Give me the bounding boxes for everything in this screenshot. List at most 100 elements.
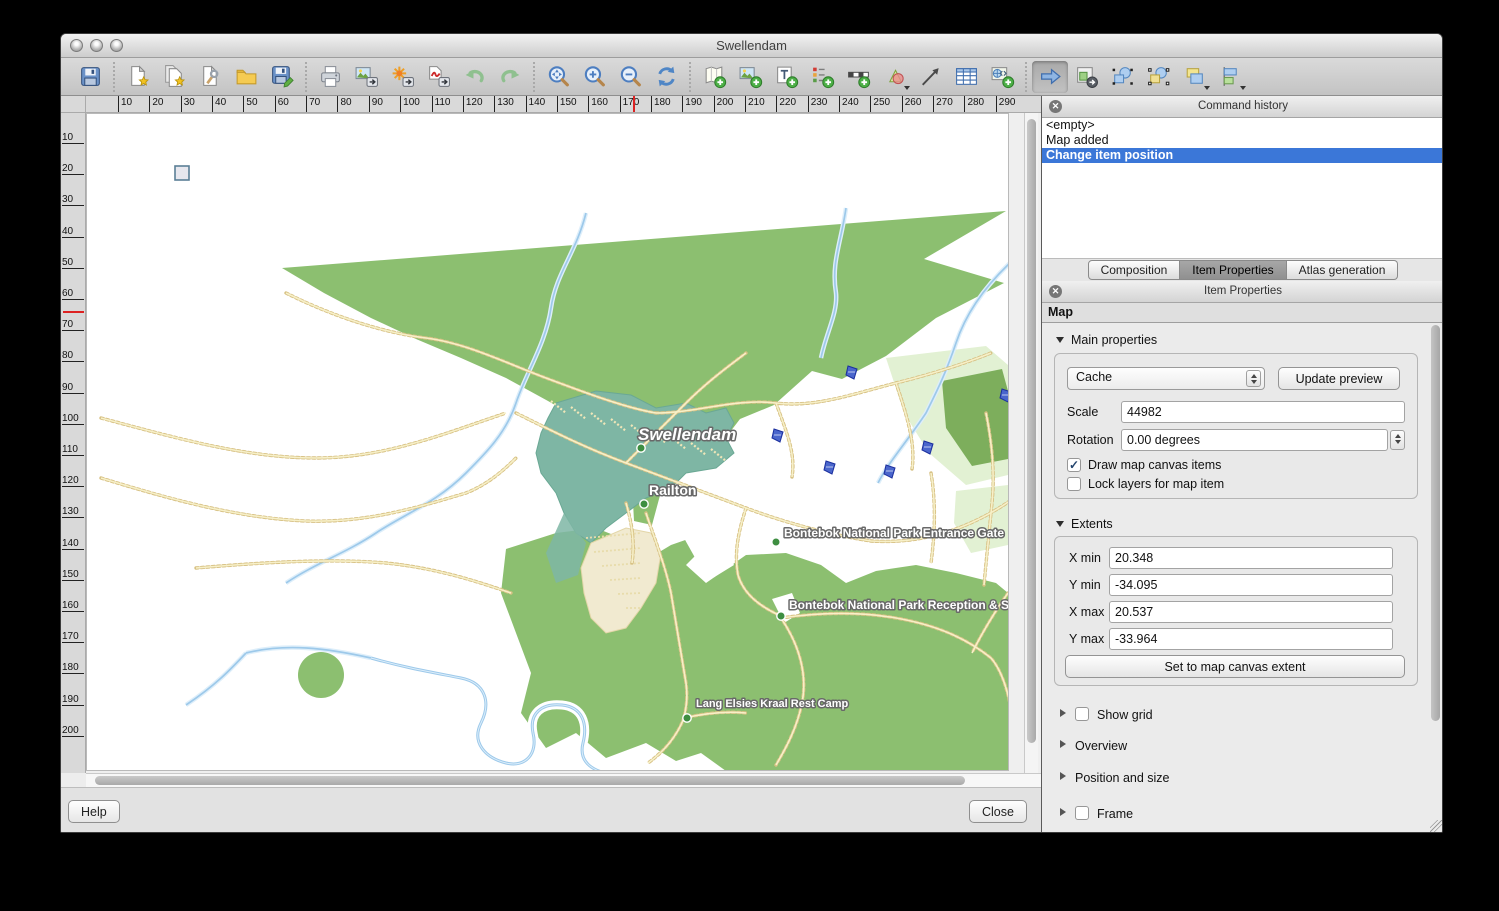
add-label-button[interactable]: [768, 61, 804, 93]
extent-field-label: X max: [1069, 605, 1104, 619]
map-item[interactable]: SwellendamRailtonBontebok National Park …: [86, 113, 1041, 773]
ruler-tick: 150: [62, 569, 84, 581]
preview-mode-select[interactable]: Cache: [1067, 367, 1265, 390]
checkbox-1[interactable]: [1067, 477, 1081, 491]
selected-label-item[interactable]: [175, 166, 189, 180]
add-html-frame-button[interactable]: [984, 61, 1020, 93]
ruler-tick: 140: [526, 96, 546, 113]
update-preview-button[interactable]: Update preview: [1278, 367, 1400, 390]
composition-canvas[interactable]: SwellendamRailtonBontebok National Park …: [86, 113, 1041, 773]
ruler-tick: 290: [996, 96, 1016, 113]
extent-field-input[interactable]: -34.095: [1109, 574, 1393, 596]
undo-button[interactable]: [456, 61, 492, 93]
add-image-button[interactable]: [732, 61, 768, 93]
ruler-tick: 240: [839, 96, 859, 113]
minimize-window-icon[interactable]: [90, 39, 103, 52]
extents-section[interactable]: Extents: [1056, 517, 1113, 531]
add-shape-button[interactable]: [876, 61, 912, 93]
main-properties-section[interactable]: Main properties: [1056, 333, 1157, 347]
window-title: Swellendam: [61, 34, 1442, 57]
ruler-tick: 110: [432, 96, 451, 113]
move-item-content-button[interactable]: [1068, 61, 1104, 93]
extent-field-input[interactable]: 20.537: [1109, 601, 1393, 623]
align-selected-items-button[interactable]: [1212, 61, 1248, 93]
ruler-tick: 20: [149, 96, 163, 113]
save-project-button[interactable]: [72, 61, 108, 93]
zoom-out-button[interactable]: [612, 61, 648, 93]
zoom-in-button[interactable]: [576, 61, 612, 93]
group-items-icon: [1110, 64, 1135, 89]
comp-mgr-icon: [198, 64, 223, 89]
expand-arrow-icon[interactable]: [1060, 709, 1066, 717]
checkbox-0[interactable]: ✓: [1067, 458, 1081, 472]
canvas-horizontal-scrollbar[interactable]: [86, 773, 1041, 787]
expand-arrow-icon[interactable]: [1060, 772, 1066, 780]
select-move-item-button[interactable]: [1032, 61, 1068, 93]
new-composition-button[interactable]: [120, 61, 156, 93]
select-stepper-icon[interactable]: [1246, 370, 1261, 387]
extent-field-input[interactable]: 20.348: [1109, 547, 1393, 569]
canvas-vertical-scrollbar[interactable]: [1024, 113, 1038, 773]
ruler-tick: 200: [62, 725, 84, 737]
redo-button[interactable]: [492, 61, 528, 93]
add-arrow-button[interactable]: [912, 61, 948, 93]
close-window-icon[interactable]: [70, 39, 83, 52]
section-label: Frame: [1097, 807, 1133, 821]
section-checkbox[interactable]: [1075, 707, 1089, 721]
ruler-tick: 180: [651, 96, 671, 113]
close-panel-icon[interactable]: ✕: [1049, 285, 1062, 298]
refresh-view-button[interactable]: [648, 61, 684, 93]
export-as-svg-button[interactable]: [384, 61, 420, 93]
export-as-image-button[interactable]: [348, 61, 384, 93]
history-item[interactable]: <empty>: [1042, 118, 1443, 133]
close-panel-icon[interactable]: ✕: [1049, 100, 1062, 113]
zoom-window-icon[interactable]: [110, 39, 123, 52]
ruler-tick: 60: [275, 96, 289, 113]
collapse-arrow-icon[interactable]: [1056, 521, 1064, 527]
load-from-template-button[interactable]: [228, 61, 264, 93]
raise-selected-items-button[interactable]: [1176, 61, 1212, 93]
duplicate-composition-button[interactable]: [156, 61, 192, 93]
tab-atlas-generation[interactable]: Atlas generation: [1287, 260, 1399, 280]
resize-grip[interactable]: [1430, 820, 1443, 833]
composition-manager-button[interactable]: [192, 61, 228, 93]
scale-input[interactable]: 44982: [1121, 401, 1405, 423]
command-history-list[interactable]: <empty>Map addedChange item position: [1042, 118, 1443, 259]
zoom-full-button[interactable]: [540, 61, 576, 93]
move-content-icon: [1074, 64, 1099, 89]
add-scalebar-button[interactable]: [840, 61, 876, 93]
add-attribute-table-button[interactable]: [948, 61, 984, 93]
tab-composition[interactable]: Composition: [1088, 260, 1181, 280]
add-legend-button[interactable]: [804, 61, 840, 93]
extent-field-input[interactable]: -33.964: [1109, 628, 1393, 650]
tab-item-properties[interactable]: Item Properties: [1180, 260, 1286, 280]
item-type-label: Map: [1042, 303, 1443, 323]
section-checkbox[interactable]: [1075, 806, 1089, 820]
panel-scrollbar[interactable]: [1431, 325, 1441, 825]
checkbox-label: Draw map canvas items: [1088, 458, 1221, 472]
collapse-arrow-icon[interactable]: [1056, 337, 1064, 343]
history-item[interactable]: Map added: [1042, 133, 1443, 148]
add-legend-icon: [810, 64, 835, 89]
expand-arrow-icon[interactable]: [1060, 740, 1066, 748]
group-items-button[interactable]: [1104, 61, 1140, 93]
set-to-map-canvas-extent-button[interactable]: Set to map canvas extent: [1065, 655, 1405, 678]
help-button[interactable]: Help: [68, 800, 120, 823]
save-as-template-button[interactable]: [264, 61, 300, 93]
print-button[interactable]: [312, 61, 348, 93]
section-label: Overview: [1075, 739, 1127, 753]
add-shape-icon: [882, 64, 907, 89]
rotation-spinner[interactable]: [1390, 430, 1405, 450]
history-item[interactable]: Change item position: [1042, 148, 1443, 163]
close-button[interactable]: Close: [969, 800, 1027, 823]
ungroup-items-button[interactable]: [1140, 61, 1176, 93]
rotation-input[interactable]: 0.00 degrees: [1121, 429, 1388, 451]
export-pdf-icon: [426, 64, 451, 89]
traffic-lights: [70, 39, 123, 52]
item-properties-header: ✕ Item Properties: [1042, 281, 1443, 303]
ruler-tick: 30: [181, 96, 195, 113]
add-arrow-icon: [918, 64, 943, 89]
add-new-map-button[interactable]: [696, 61, 732, 93]
expand-arrow-icon[interactable]: [1060, 808, 1066, 816]
export-as-pdf-button[interactable]: [420, 61, 456, 93]
